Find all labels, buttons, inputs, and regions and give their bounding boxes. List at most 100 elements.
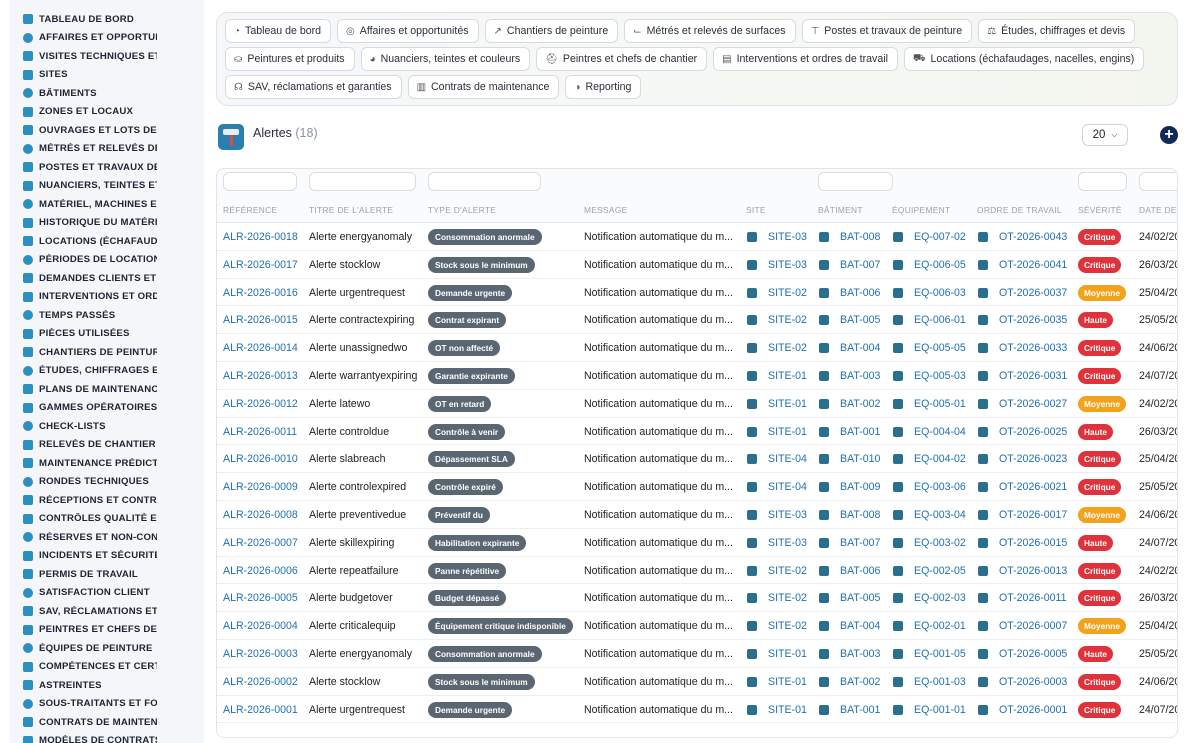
sidebar-item[interactable]: PERMIS DE TRAVAIL [10,565,204,584]
equipment-link[interactable]: EQ-004-02 [914,453,966,465]
building-link[interactable]: BAT-008 [840,509,880,521]
table-row[interactable]: ALR-2026-0008 Alerte preventivedue Prévent… [217,501,1177,529]
work-order-link[interactable]: OT-2026-0033 [999,342,1067,354]
equipment-link[interactable]: EQ-005-01 [914,398,966,410]
work-order-link[interactable]: OT-2026-0025 [999,426,1067,438]
module-button[interactable]: ⊤ Postes et travaux de peinture [801,19,973,43]
work-order-link[interactable]: OT-2026-0023 [999,453,1067,465]
site-link[interactable]: SITE-04 [768,481,807,493]
equipment-link[interactable]: EQ-002-05 [914,565,966,577]
alert-reference-link[interactable]: ALR-2026-0004 [223,620,298,632]
equipment-link[interactable]: EQ-001-05 [914,648,966,660]
building-link[interactable]: BAT-001 [840,704,880,716]
alert-reference-link[interactable]: ALR-2026-0015 [223,314,298,326]
per-page-select[interactable]: 20 ⌵ [1082,124,1128,146]
sidebar-item[interactable]: RÉCEPTIONS ET CONTRÔLES [10,491,204,510]
building-link[interactable]: BAT-003 [840,648,880,660]
alert-reference-link[interactable]: ALR-2026-0018 [223,231,298,243]
filter-title-input[interactable] [309,172,416,191]
building-link[interactable]: BAT-003 [840,370,880,382]
sidebar-item[interactable]: ÉQUIPES DE PEINTURE [10,639,204,658]
work-order-link[interactable]: OT-2026-0035 [999,314,1067,326]
column-header[interactable]: DATE DE [1139,205,1177,215]
site-link[interactable]: SITE-01 [768,370,807,382]
work-order-link[interactable]: OT-2026-0031 [999,370,1067,382]
module-button[interactable]: ⛑ Peintres et chefs de chantier [536,47,708,71]
sidebar-item[interactable]: SITES [10,66,204,85]
site-link[interactable]: SITE-03 [768,537,807,549]
module-button[interactable]: ◑ Reporting [565,75,642,99]
table-row[interactable]: ALR-2026-0010 Alerte slabreach Dépassement… [217,445,1177,474]
sidebar-item[interactable]: NUANCIERS, TEINTES ET COULEURS [10,177,204,196]
building-link[interactable]: BAT-005 [840,592,880,604]
building-link[interactable]: BAT-002 [840,676,880,688]
building-link[interactable]: BAT-009 [840,481,880,493]
building-link[interactable]: BAT-002 [840,398,880,410]
table-row[interactable]: ALR-2026-0002 Alerte stocklow Stock sous l… [217,668,1177,696]
sidebar-item[interactable]: DEMANDES CLIENTS ET INTERVENTIONS [10,269,204,288]
alert-reference-link[interactable]: ALR-2026-0002 [223,676,298,688]
alert-reference-link[interactable]: ALR-2026-0014 [223,342,298,354]
module-button[interactable]: ▤ Interventions et ordres de travail [713,47,898,71]
table-row[interactable]: ALR-2026-0016 Alerte urgentrequest Demande… [217,279,1177,307]
site-link[interactable]: SITE-02 [768,314,807,326]
table-row[interactable]: ALR-2026-0011 Alerte controldue Contrôle à… [217,418,1177,446]
work-order-link[interactable]: OT-2026-0041 [999,259,1067,271]
module-button[interactable]: ◎ Affaires et opportunités [337,19,479,43]
sidebar-item[interactable]: ASTREINTES [10,676,204,695]
alert-reference-link[interactable]: ALR-2026-0017 [223,259,298,271]
work-order-link[interactable]: OT-2026-0037 [999,287,1067,299]
column-header[interactable]: MESSAGE [584,205,628,215]
sidebar-item[interactable]: PIÈCES UTILISÉES [10,325,204,344]
site-link[interactable]: SITE-02 [768,342,807,354]
filter-severity-input[interactable] [1078,172,1127,191]
work-order-link[interactable]: OT-2026-0027 [999,398,1067,410]
alert-reference-link[interactable]: ALR-2026-0003 [223,648,298,660]
alert-reference-link[interactable]: ALR-2026-0010 [223,453,298,465]
work-order-link[interactable]: OT-2026-0007 [999,620,1067,632]
sidebar-item[interactable]: MODÈLES DE CONTRATS [10,732,204,743]
column-header[interactable]: BÂTIMENT [818,205,863,215]
work-order-link[interactable]: OT-2026-0021 [999,481,1067,493]
sidebar-item[interactable]: ZONES ET LOCAUX [10,103,204,122]
site-link[interactable]: SITE-03 [768,509,807,521]
work-order-link[interactable]: OT-2026-0017 [999,509,1067,521]
table-row[interactable]: ALR-2026-0006 Alerte repeatfailure Panne r… [217,557,1177,585]
module-button[interactable]: ⛀ Peintures et produits [225,47,355,71]
sidebar-item[interactable]: CHECK-LISTS [10,417,204,436]
sidebar-item[interactable]: INTERVENTIONS ET ORDRES DE TRAVAIL [10,288,204,307]
equipment-link[interactable]: EQ-001-01 [914,704,966,716]
module-button[interactable]: ⌙ Métrés et relevés de surfaces [624,19,796,43]
sidebar-item[interactable]: HISTORIQUE DU MATÉRIEL [10,214,204,233]
work-order-link[interactable]: OT-2026-0015 [999,537,1067,549]
sidebar-item[interactable]: AFFAIRES ET OPPORTUNITÉS [10,29,204,48]
sidebar-item[interactable]: INCIDENTS ET SÉCURITÉ [10,547,204,566]
sidebar-item[interactable]: CONTRATS DE MAINTENANCE [10,713,204,732]
equipment-link[interactable]: EQ-003-02 [914,537,966,549]
alert-reference-link[interactable]: ALR-2026-0009 [223,481,298,493]
building-link[interactable]: BAT-006 [840,287,880,299]
table-row[interactable]: ALR-2026-0014 Alerte unassignedwo OT non a… [217,334,1177,362]
site-link[interactable]: SITE-03 [768,259,807,271]
work-order-link[interactable]: OT-2026-0013 [999,565,1067,577]
sidebar-item[interactable]: CHANTIERS DE PEINTURE [10,343,204,362]
site-link[interactable]: SITE-01 [768,704,807,716]
alert-reference-link[interactable]: ALR-2026-0013 [223,370,298,382]
sidebar-item[interactable]: SATISFACTION CLIENT [10,584,204,603]
module-button[interactable]: ▥ Contrats de maintenance [407,75,560,99]
equipment-link[interactable]: EQ-006-03 [914,287,966,299]
module-button[interactable]: ⛟ Locations (échafaudages, nacelles, engi… [903,47,1145,71]
sidebar-item[interactable]: MATÉRIEL, MACHINES ET OUTILLAGE [10,195,204,214]
site-link[interactable]: SITE-02 [768,287,807,299]
sidebar-item[interactable]: RÉSERVES ET NON-CONFORMITÉS [10,528,204,547]
alert-reference-link[interactable]: ALR-2026-0008 [223,509,298,521]
work-order-link[interactable]: OT-2026-0001 [999,704,1067,716]
equipment-link[interactable]: EQ-003-04 [914,509,966,521]
table-row[interactable]: ALR-2026-0009 Alerte controlexpired Contrô… [217,473,1177,501]
sidebar-item[interactable]: PÉRIODES DE LOCATION [10,251,204,270]
site-link[interactable]: SITE-04 [768,453,807,465]
sidebar-item[interactable]: SOUS-TRAITANTS ET FOURNISSEURS [10,695,204,714]
table-row[interactable]: ALR-2026-0013 Alerte warrantyexpiring Gara… [217,362,1177,390]
column-header[interactable]: ORDRE DE TRAVAIL [977,205,1062,215]
table-row[interactable]: ALR-2026-0001 Alerte urgentrequest Demande… [217,696,1177,724]
